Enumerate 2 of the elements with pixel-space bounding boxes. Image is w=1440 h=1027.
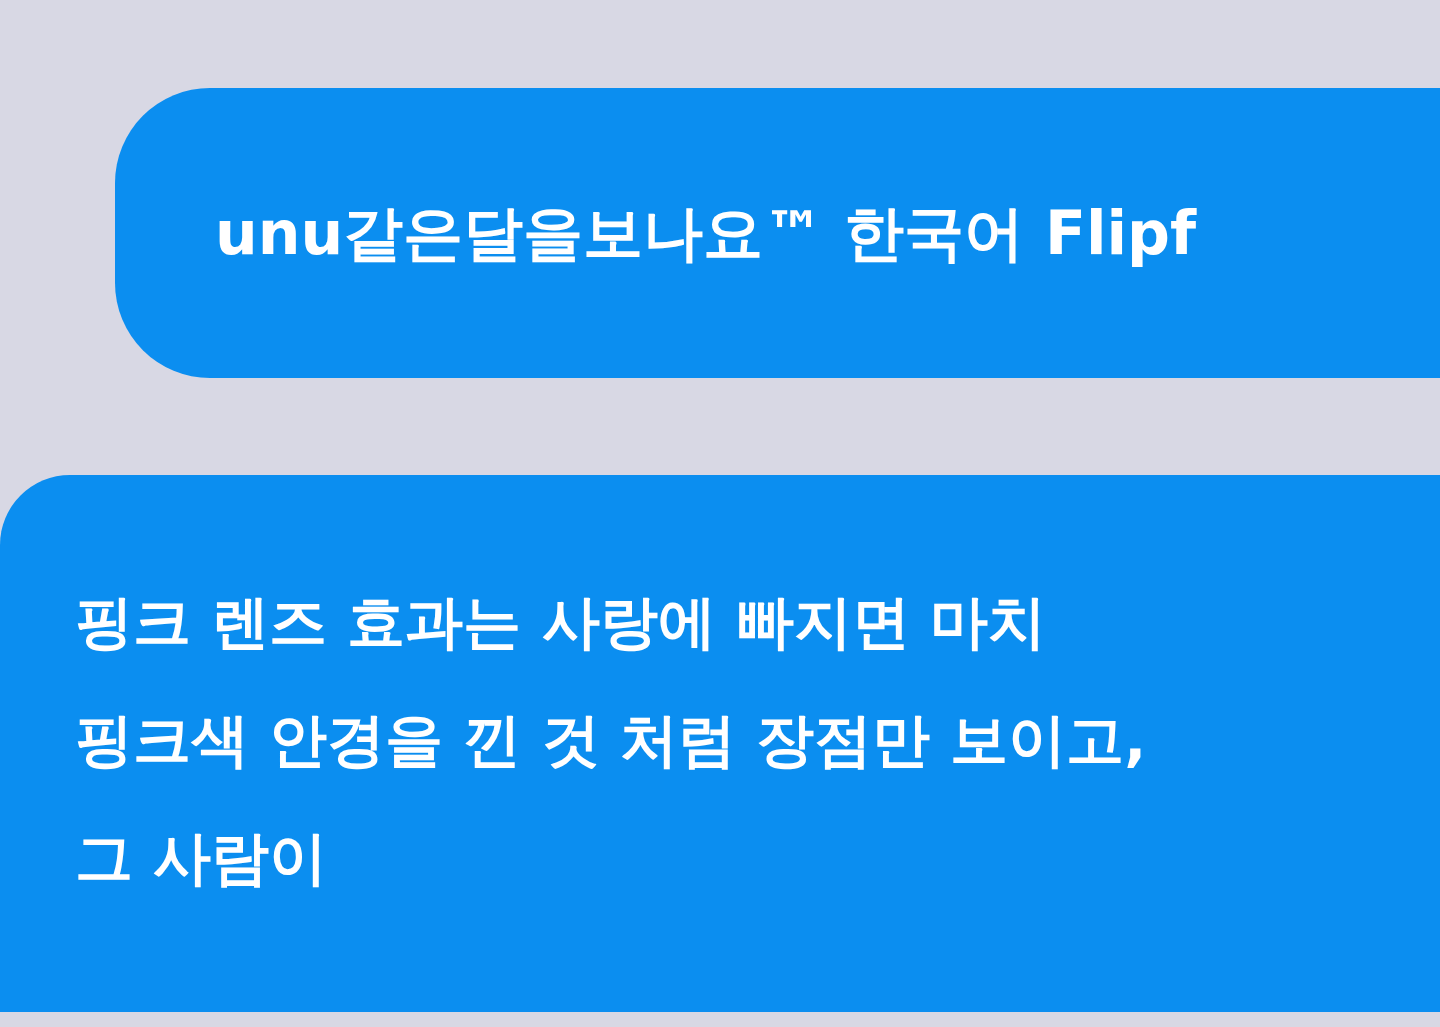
- message-text: unu같은달을보나요™ 한국어 Flipf: [215, 197, 1197, 270]
- message-text: 핑크 렌즈 효과는 사랑에 빠지면 마치 핑크색 안경을 낀 것 처럼 장점만 보이고, 그 사람이: [75, 587, 1148, 894]
